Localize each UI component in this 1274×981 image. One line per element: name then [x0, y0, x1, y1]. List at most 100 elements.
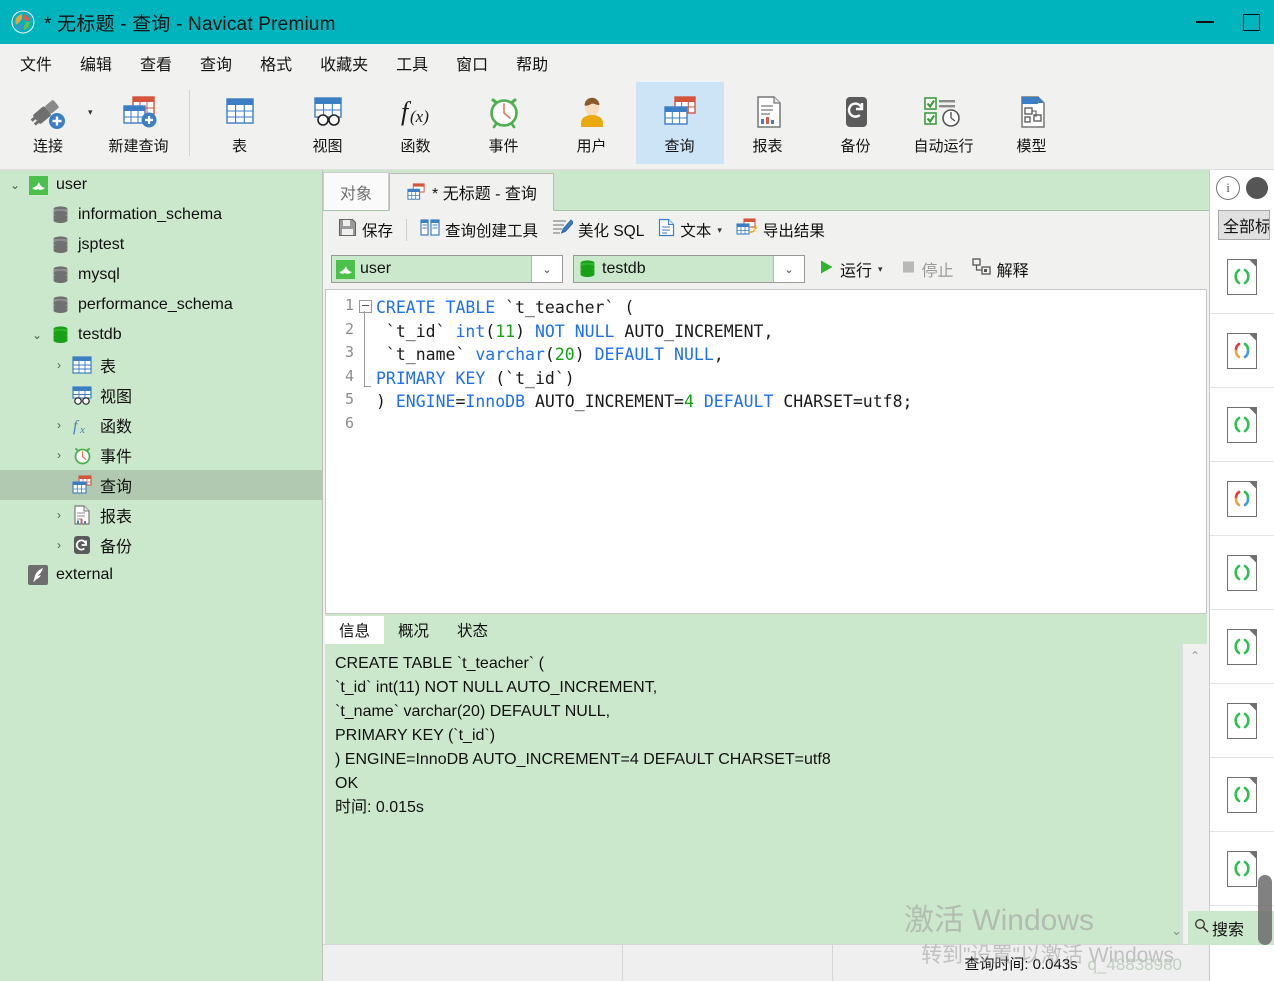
tree-item-报表[interactable]: › 报表 — [0, 500, 322, 530]
result-tab-状态[interactable]: 状态 — [443, 616, 502, 644]
tree-item-jsptest[interactable]: jsptest — [0, 230, 322, 260]
save-button[interactable]: 保存 — [331, 215, 400, 245]
chevron-down-icon[interactable]: ⌄ — [1171, 923, 1182, 939]
query-builder-button[interactable]: 查询创建工具 — [413, 215, 545, 245]
snippet-list-item[interactable] — [1210, 388, 1274, 462]
database-select[interactable]: testdb ⌄ — [573, 255, 805, 283]
fold-collapse-icon[interactable] — [359, 300, 372, 313]
menu-file[interactable]: 文件 — [6, 47, 66, 79]
table-icon — [220, 90, 260, 134]
fold-range-end — [364, 386, 371, 387]
code-line: `t_name` varchar(20) DEFAULT NULL, — [376, 345, 724, 364]
maximize-button[interactable] — [1228, 0, 1274, 44]
menu-favorites[interactable]: 收藏夹 — [306, 47, 382, 79]
tree-item-information_schema[interactable]: information_schema — [0, 200, 322, 230]
menu-query[interactable]: 查询 — [186, 47, 246, 79]
navicat-logo-icon — [10, 9, 36, 35]
chevron-right-icon[interactable]: › — [48, 508, 70, 522]
text-button[interactable]: 文本 ▾ — [651, 215, 729, 245]
toolbar-button-view[interactable]: 视图 — [284, 82, 372, 164]
window-controls — [1182, 0, 1274, 44]
tree-item-备份[interactable]: › 备份 — [0, 530, 322, 560]
tree-item-查询[interactable]: 查询 — [0, 470, 322, 500]
code-folding-gutter[interactable] — [358, 290, 374, 613]
connection-dropdown-caret-icon[interactable]: ▾ — [88, 107, 93, 118]
toolbar-button-model[interactable]: 模型 — [988, 82, 1076, 164]
connection-select[interactable]: user ⌄ — [331, 255, 563, 283]
beautify-sql-button[interactable]: 美化 SQL — [545, 215, 651, 245]
run-button[interactable]: 运行 ▾ — [815, 255, 887, 283]
snippet-list-item[interactable] — [1210, 684, 1274, 758]
chevron-down-icon[interactable]: ▾ — [878, 264, 883, 275]
snippet-list-item[interactable] — [1210, 240, 1274, 314]
code-snippet-green-icon — [1227, 850, 1257, 887]
chevron-down-icon[interactable]: ⌄ — [4, 178, 26, 192]
toolbar-button-event[interactable]: 事件 — [460, 82, 548, 164]
dark-circle-icon[interactable] — [1246, 177, 1268, 199]
result-tab-概况[interactable]: 概况 — [384, 616, 443, 644]
scrollbar-thumb[interactable] — [1258, 875, 1272, 945]
tree-item-视图[interactable]: 视图 — [0, 380, 322, 410]
snippet-list-item[interactable] — [1210, 610, 1274, 684]
explain-button[interactable]: 解释 — [968, 255, 1033, 283]
toolbar-button-user[interactable]: 用户 — [548, 82, 636, 164]
toolbar-button-new-query[interactable]: 新建查询 — [95, 82, 183, 164]
tree-item-label: performance_schema — [78, 296, 233, 313]
tree-item-external[interactable]: external — [0, 560, 322, 590]
menu-view[interactable]: 查看 — [126, 47, 186, 79]
menu-window[interactable]: 窗口 — [442, 47, 502, 79]
snippet-list-item[interactable] — [1210, 758, 1274, 832]
toolbar-label: 查询 — [664, 138, 695, 155]
code-snippet-list[interactable] — [1210, 240, 1274, 981]
toolbar-button-query[interactable]: 查询 — [635, 82, 724, 164]
toolbar-button-table[interactable]: 表 — [196, 82, 284, 164]
code-line: PRIMARY KEY (`t_id`) — [376, 368, 575, 388]
search-icon — [1194, 918, 1209, 938]
scroll-up-icon[interactable]: ⌃ — [1190, 644, 1200, 668]
menu-tools[interactable]: 工具 — [382, 47, 442, 79]
menu-help[interactable]: 帮助 — [502, 47, 562, 79]
result-scrollbar[interactable]: ⌃ ⌄ — [1182, 644, 1207, 944]
toolbar-button-report[interactable]: 报表 — [724, 82, 812, 164]
chevron-down-icon[interactable]: ⌄ — [531, 256, 562, 282]
sql-code-text[interactable]: CREATE TABLE `t_teacher` ( `t_id` int(11… — [374, 290, 1206, 613]
menu-edit[interactable]: 编辑 — [66, 47, 126, 79]
info-circle-icon[interactable]: i — [1216, 176, 1240, 200]
chevron-down-icon[interactable]: ▾ — [717, 225, 722, 236]
tab-query-untitled[interactable]: * 无标题 - 查询 — [389, 173, 554, 211]
toolbar-button-backup[interactable]: 备份 — [812, 82, 900, 164]
result-tab-bar: 信息 概况 状态 — [325, 614, 1207, 644]
chevron-down-icon[interactable]: ⌄ — [26, 328, 48, 342]
toolbar-button-automation[interactable]: 自动运行 — [900, 82, 988, 164]
toolbar-button-connection[interactable]: 连接 — [4, 82, 92, 164]
toolbar-button-function[interactable]: f (x) 函数 — [372, 82, 460, 164]
chevron-right-icon[interactable]: › — [48, 538, 70, 552]
snippet-list-item[interactable] — [1210, 314, 1274, 388]
tree-item-事件[interactable]: › 事件 — [0, 440, 322, 470]
tree-item-函数[interactable]: › f x 函数 — [0, 410, 322, 440]
chevron-right-icon[interactable]: › — [48, 448, 70, 462]
model-icon — [1012, 90, 1052, 134]
navigation-sidebar[interactable]: ⌄ user information_schema jsptest mysql perfo… — [0, 170, 323, 981]
sql-editor[interactable]: 1 2 3 4 5 6 CREATE TABLE `t_teacher` ( `t_id`… — [325, 289, 1207, 614]
tree-item-mysql[interactable]: mysql — [0, 260, 322, 290]
snippet-list-item[interactable] — [1210, 536, 1274, 610]
tab-objects[interactable]: 对象 — [323, 172, 390, 210]
tree-item-performance_schema[interactable]: performance_schema — [0, 290, 322, 320]
tree-item-user[interactable]: ⌄ user — [0, 170, 322, 200]
minimize-button[interactable] — [1182, 0, 1228, 44]
export-result-button[interactable]: 导出结果 — [729, 215, 832, 245]
chevron-right-icon[interactable]: › — [48, 358, 70, 372]
menu-format[interactable]: 格式 — [246, 47, 306, 79]
select-all-button[interactable]: 全部标 — [1218, 210, 1270, 240]
automation-icon — [921, 90, 967, 134]
snippet-list-item[interactable] — [1210, 462, 1274, 536]
tree-item-表[interactable]: › 表 — [0, 350, 322, 380]
text-icon — [658, 218, 675, 242]
chevron-down-icon[interactable]: ⌄ — [773, 256, 804, 282]
chevron-right-icon[interactable]: › — [48, 418, 70, 432]
result-tab-信息[interactable]: 信息 — [325, 616, 385, 644]
main-toolbar: 连接 ▾ 新建查询 表 视图 f (x) 函数 事件 用户 查询 报表 备份 自… — [0, 82, 1274, 170]
tree-item-testdb[interactable]: ⌄ testdb — [0, 320, 322, 350]
stop-button[interactable]: 停止 — [897, 255, 958, 283]
